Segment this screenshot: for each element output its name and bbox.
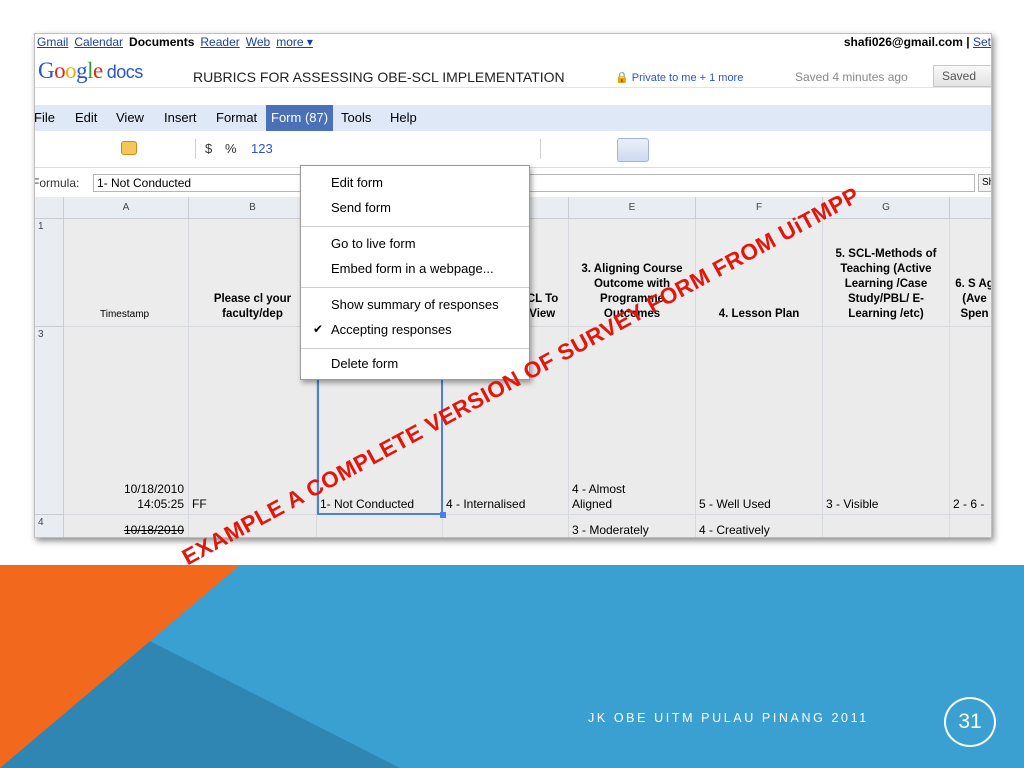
nav-gmail[interactable]: Gmail	[37, 35, 68, 49]
percent-format-button[interactable]: %	[225, 141, 237, 156]
menu-item-edit-form[interactable]: Edit form	[301, 172, 529, 194]
formula-label: Formula:	[34, 176, 80, 190]
user-separator: |	[966, 35, 970, 49]
menu-format[interactable]: Format	[211, 105, 262, 131]
save-status: Saved 4 minutes ago	[795, 70, 908, 84]
number-format-button[interactable]: 123	[251, 141, 273, 156]
document-title[interactable]: RUBRICS FOR ASSESSING OBE-SCL IMPLEMENTA…	[193, 69, 565, 85]
data-cell[interactable]: 10/18/2010	[64, 515, 189, 537]
column-header[interactable]: E	[569, 197, 696, 219]
user-email: shafi026@gmail.com	[843, 35, 963, 49]
nav-reader[interactable]: Reader	[200, 35, 239, 49]
menu-item-delete-form[interactable]: Delete form	[301, 353, 529, 375]
data-cell[interactable]	[950, 515, 991, 537]
row-header[interactable]: 1	[35, 219, 64, 327]
header-cell[interactable]: 5. SCL-Methods of Teaching (Active Learn…	[823, 219, 950, 327]
currency-format-button[interactable]: $	[205, 141, 212, 156]
header-cell[interactable]: Timestamp	[64, 219, 189, 327]
data-cell[interactable]: 3 - Visible	[823, 327, 950, 515]
data-cell[interactable]	[443, 515, 569, 537]
google-docs-logo[interactable]: Google docs	[38, 58, 143, 84]
data-cell[interactable]: 2 - 6 -	[950, 327, 991, 515]
data-cell[interactable]: 5 - Well Used	[696, 327, 823, 515]
menubar: File Edit View Insert Format Form (87) T…	[35, 105, 991, 131]
menu-item-go-to-live-form[interactable]: Go to live form	[301, 233, 529, 255]
menu-divider	[301, 348, 529, 349]
nav-web[interactable]: Web	[246, 35, 270, 49]
data-cell[interactable]: 4 - Almost Aligned	[569, 327, 696, 515]
paint-format-icon[interactable]	[121, 141, 137, 155]
toolbar: $ % 123	[35, 131, 991, 168]
doc-titlebar: Google docs RUBRICS FOR ASSESSING OBE-SCL…	[35, 54, 991, 88]
fill-handle[interactable]	[440, 512, 446, 518]
menu-help[interactable]: Help	[385, 105, 422, 131]
slide-footer: JK OBE UITM PULAU PINANG 2011	[588, 711, 869, 725]
menu-tools[interactable]: Tools	[336, 105, 376, 131]
corner-header[interactable]	[35, 197, 64, 219]
row-header[interactable]: 4	[35, 515, 64, 537]
column-header[interactable]: A	[64, 197, 189, 219]
page-number: 31	[944, 697, 996, 747]
check-icon: ✔	[313, 322, 324, 336]
data-cell[interactable]	[823, 515, 950, 537]
formula-show-button[interactable]: Sh	[978, 174, 991, 192]
data-cell[interactable]: 10/18/2010 14:05:25	[64, 327, 189, 515]
google-docs-screenshot: Gmail Calendar Documents Reader Web more ▾ sh…	[34, 33, 992, 538]
slide-triangle-orange	[0, 565, 240, 768]
data-cell[interactable]: 3 - Moderately	[569, 515, 696, 537]
menu-view[interactable]: View	[111, 105, 149, 131]
nav-documents[interactable]: Documents	[129, 35, 194, 49]
menu-item-send-form[interactable]: Send form	[301, 197, 529, 219]
menu-edit[interactable]: Edit	[70, 105, 102, 131]
row-header[interactable]: 3	[35, 327, 64, 515]
menu-item-accepting-responses[interactable]: ✔ Accepting responses	[301, 319, 529, 341]
column-header[interactable]	[950, 197, 991, 219]
data-cell[interactable]: 4 - Creatively	[696, 515, 823, 537]
cell-color-button[interactable]	[617, 138, 649, 162]
google-topbar: Gmail Calendar Documents Reader Web more ▾ sh…	[35, 34, 991, 52]
header-cell[interactable]: 6. S Ag (Ave Spen	[950, 219, 991, 327]
menu-divider	[301, 226, 529, 227]
header-cell[interactable]: Please cl your faculty/dep	[189, 219, 317, 327]
toolbar-divider	[195, 139, 196, 159]
nav-more[interactable]: more ▾	[276, 35, 313, 49]
menu-insert[interactable]: Insert	[159, 105, 202, 131]
menu-divider	[301, 287, 529, 288]
menu-form[interactable]: Form (87)	[266, 105, 334, 131]
menu-item-embed-form[interactable]: Embed form in a webpage...	[301, 258, 529, 280]
data-cell[interactable]	[317, 515, 443, 537]
settings-link[interactable]: Set	[973, 35, 991, 49]
column-header[interactable]: B	[189, 197, 317, 219]
nav-calendar[interactable]: Calendar	[74, 35, 123, 49]
menu-item-show-summary[interactable]: Show summary of responses	[301, 294, 529, 316]
lock-icon: 🔒	[615, 72, 629, 84]
saved-button[interactable]: Saved	[933, 65, 991, 87]
privacy-status[interactable]: 🔒 Private to me + 1 more	[615, 71, 743, 84]
toolbar-divider	[540, 139, 541, 159]
menu-file[interactable]: File	[35, 105, 60, 131]
form-menu-dropdown: Edit form Send form Go to live form Embe…	[300, 165, 530, 380]
